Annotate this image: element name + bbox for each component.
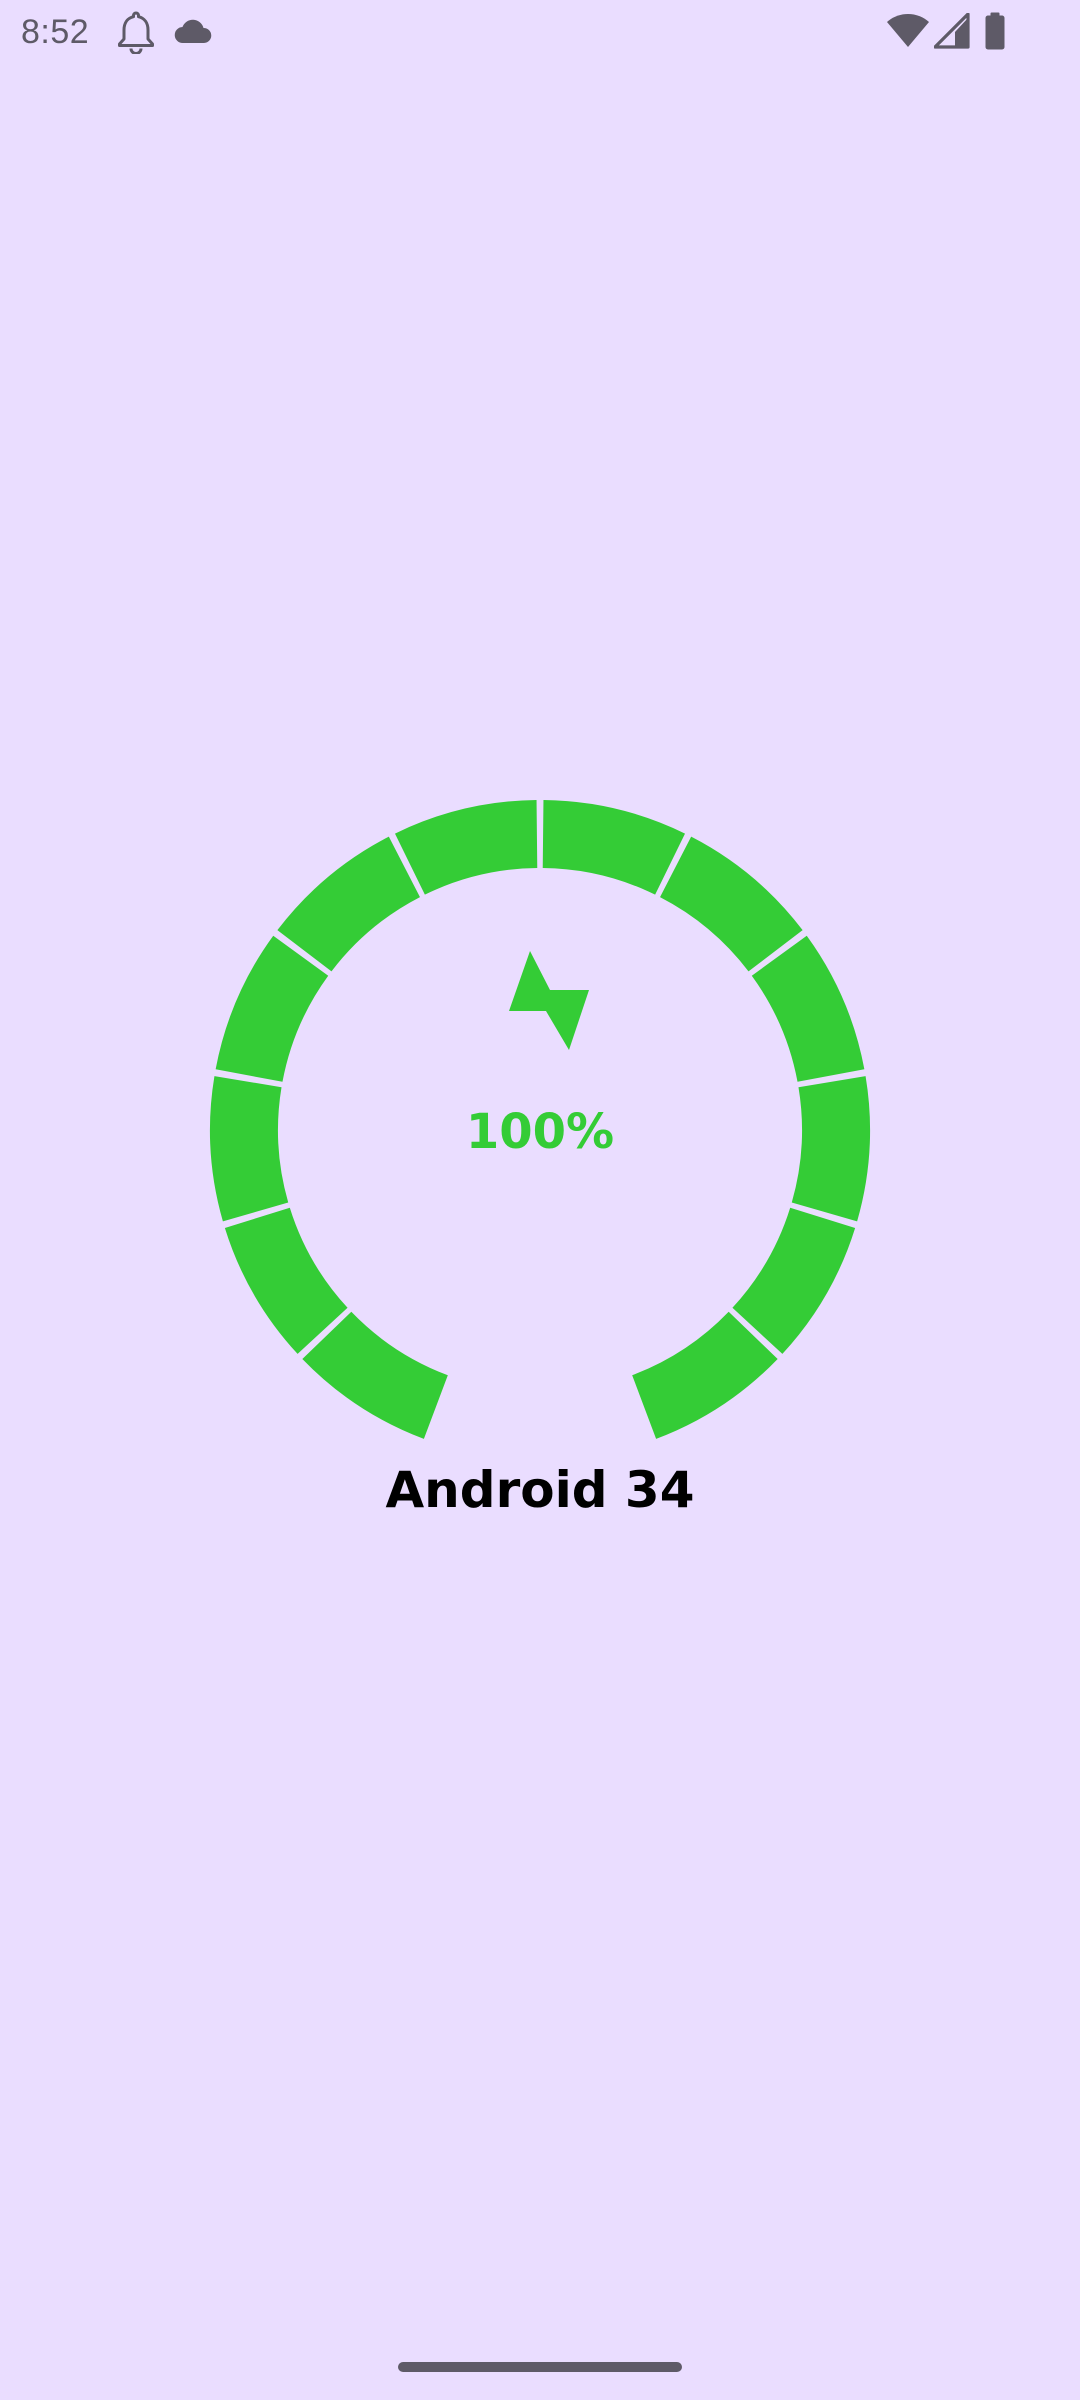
battery-gauge xyxy=(209,800,871,1439)
gauge-segment xyxy=(660,836,803,972)
gauge-segment xyxy=(224,1207,348,1354)
gauge-segment xyxy=(632,1311,778,1439)
gauge-segment xyxy=(277,836,420,972)
home-indicator[interactable] xyxy=(398,2362,682,2372)
device-label: Android 34 xyxy=(385,1461,695,1519)
gauge-segment xyxy=(542,800,686,895)
gauge-segment xyxy=(215,935,329,1082)
battery-screen: 8:52 100% Android 34 xyxy=(0,0,1080,2400)
battery-percent-label: 100% xyxy=(465,1104,615,1160)
bolt-icon xyxy=(509,951,589,1050)
gauge-segment xyxy=(732,1207,856,1354)
gauge-segment xyxy=(751,935,865,1082)
gauge-segment xyxy=(302,1311,448,1439)
gauge-segment xyxy=(394,800,538,895)
